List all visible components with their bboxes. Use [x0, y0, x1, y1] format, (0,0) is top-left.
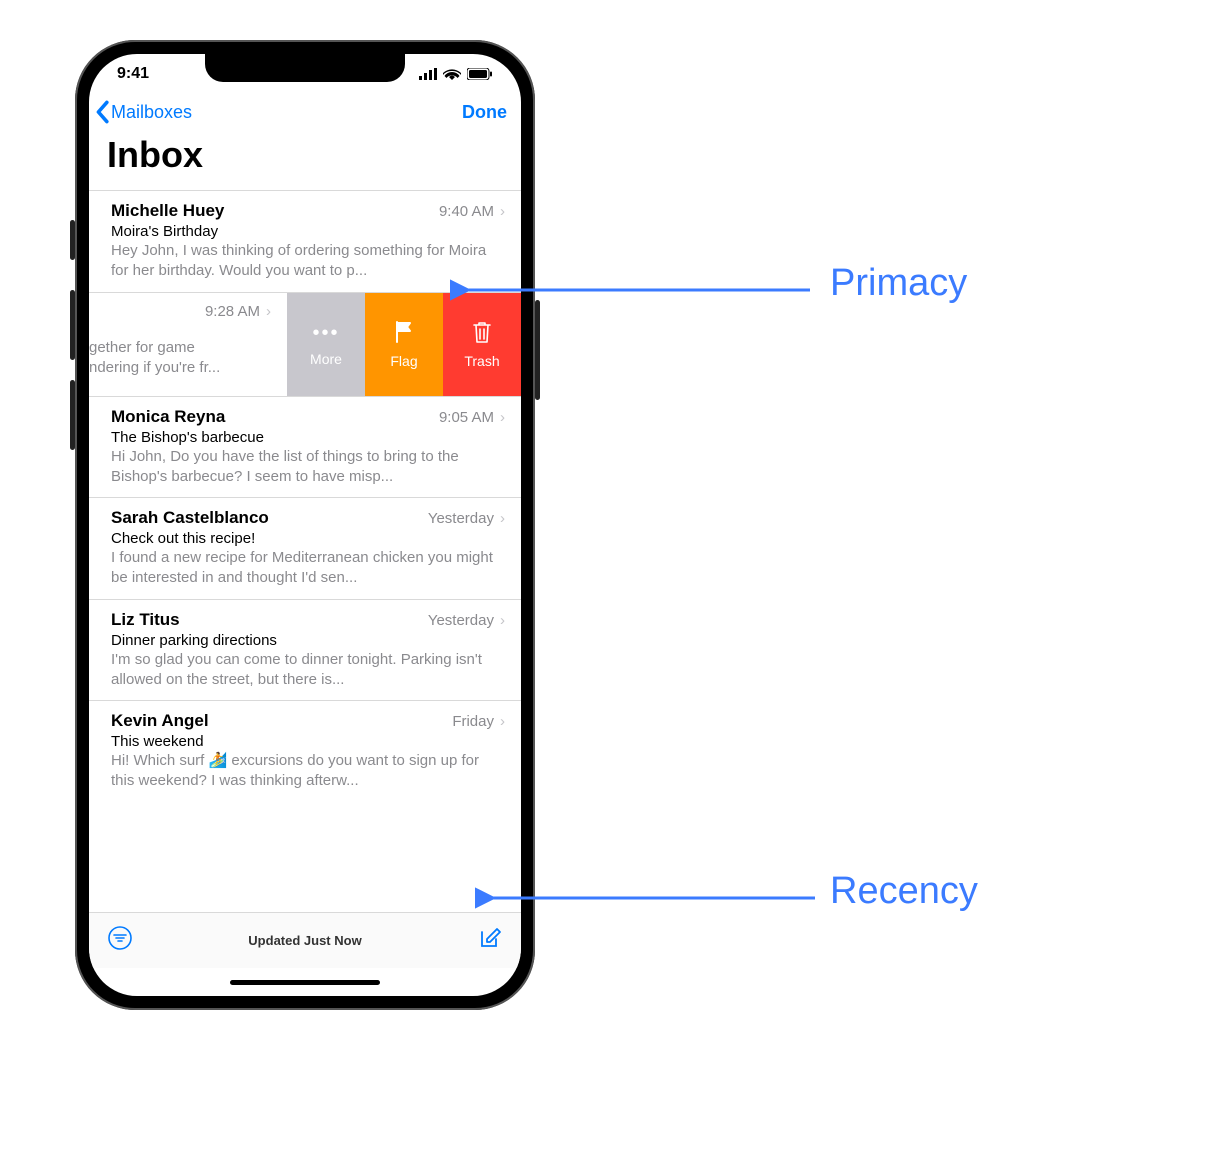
more-label: More: [310, 351, 342, 367]
recency-label: Recency: [830, 870, 978, 913]
primacy-label: Primacy: [830, 262, 967, 305]
message-time: 9:05 AM: [439, 409, 494, 426]
message-subject: The Bishop's barbecue: [111, 429, 505, 446]
notch: [205, 54, 405, 82]
battery-icon: [467, 68, 493, 80]
volume-down-button: [70, 380, 75, 450]
message-subject: This weekend: [111, 733, 505, 750]
message-sender: Michelle Huey: [111, 201, 224, 221]
toolbar-status: Updated Just Now: [89, 933, 521, 948]
flag-label: Flag: [390, 353, 417, 369]
home-indicator[interactable]: [89, 968, 521, 996]
message-preview: I'm so glad you can come to dinner tonig…: [111, 650, 505, 691]
message-sender: Liz Titus: [111, 610, 180, 630]
message-row[interactable]: Kevin Angel Friday › This weekend Hi! Wh…: [89, 700, 521, 802]
message-row[interactable]: Sarah Castelblanco Yesterday › Check out…: [89, 497, 521, 599]
message-sender: Sarah Castelblanco: [111, 508, 269, 528]
message-time: 9:28 AM: [205, 303, 260, 320]
filter-button[interactable]: [107, 925, 133, 956]
message-sender: Kevin Angel: [111, 711, 209, 731]
recency-arrow: [475, 878, 825, 918]
message-subject: Check out this recipe!: [111, 530, 505, 547]
primacy-arrow: [450, 270, 820, 310]
trash-label: Trash: [464, 353, 499, 369]
message-sender: Monica Reyna: [111, 407, 225, 427]
more-action-button[interactable]: ••• More: [287, 293, 365, 396]
chevron-right-icon: ›: [500, 713, 505, 730]
message-row[interactable]: Monica Reyna 9:05 AM › The Bishop's barb…: [89, 396, 521, 498]
message-time: Yesterday: [428, 612, 494, 629]
message-time: Friday: [452, 713, 494, 730]
nav-bar: Mailboxes Done: [89, 94, 521, 128]
chevron-right-icon: ›: [500, 510, 505, 527]
message-subject: Moira's Birthday: [111, 223, 505, 240]
page-title: Inbox: [89, 128, 521, 190]
ellipsis-icon: •••: [312, 322, 339, 345]
compose-icon: [477, 925, 503, 951]
message-preview: I found a new recipe for Mediterranean c…: [111, 548, 505, 589]
chevron-left-icon: [93, 100, 111, 124]
mute-switch: [70, 220, 75, 260]
wifi-icon: [443, 68, 461, 80]
message-preview: Hi John, Do you have the list of things …: [111, 447, 505, 488]
message-preview: Hey John, I was thinking of ordering som…: [111, 241, 505, 282]
chevron-right-icon: ›: [500, 409, 505, 426]
chevron-right-icon: ›: [500, 612, 505, 629]
flag-action-button[interactable]: Flag: [365, 293, 443, 396]
message-preview: gether for game ndering if you're fr...: [89, 338, 277, 379]
chevron-right-icon: ›: [266, 303, 271, 320]
flag-icon: [393, 320, 415, 347]
volume-up-button: [70, 290, 75, 360]
chevron-right-icon: ›: [500, 203, 505, 220]
compose-button[interactable]: [477, 925, 503, 956]
done-button[interactable]: Done: [462, 102, 507, 123]
phone-frame: 9:41 Mailboxes Done Inbox: [75, 40, 535, 1010]
cellular-signal-icon: [419, 68, 437, 80]
toolbar: Updated Just Now: [89, 912, 521, 968]
power-button: [535, 300, 540, 400]
message-time: 9:40 AM: [439, 203, 494, 220]
back-label: Mailboxes: [111, 102, 192, 123]
message-row[interactable]: Liz Titus Yesterday › Dinner parking dir…: [89, 599, 521, 701]
back-button[interactable]: Mailboxes: [93, 100, 192, 124]
message-time: Yesterday: [428, 510, 494, 527]
message-subject: Dinner parking directions: [111, 632, 505, 649]
status-time: 9:41: [117, 65, 149, 83]
message-preview: Hi! Which surf 🏄 excursions do you want …: [111, 751, 505, 792]
filter-icon: [107, 925, 133, 951]
trash-icon: [471, 320, 493, 347]
